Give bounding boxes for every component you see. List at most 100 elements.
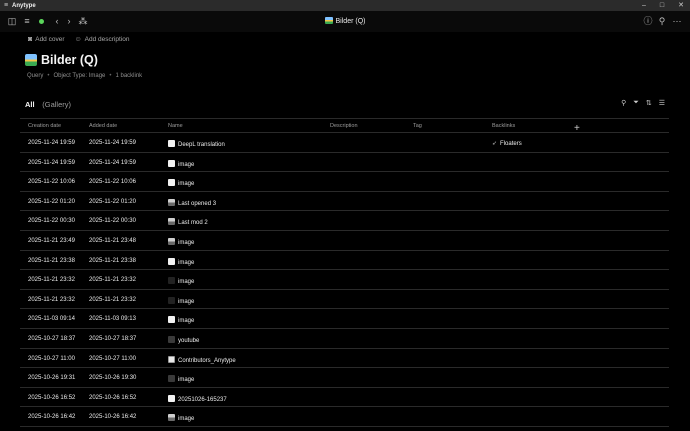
table-row[interactable]: 2025-10-27 11:00 2025-10-27 11:00 Contribu… xyxy=(20,349,669,369)
cell-name[interactable]: youtube xyxy=(168,335,200,344)
cell-added-date: 2025-11-21 23:38 xyxy=(89,257,136,264)
cell-name-label: Last mod 2 xyxy=(178,220,208,227)
cell-name-label: image xyxy=(178,318,195,325)
column-tag[interactable]: Tag xyxy=(413,123,422,129)
cell-creation-date: 2025-10-26 16:52 xyxy=(28,394,76,401)
cell-name[interactable]: image xyxy=(168,277,194,285)
object-meta: Query • Object Type: Image • 1 backlink xyxy=(27,73,143,79)
os-title-bar: ≡ Anytype – □ ✕ xyxy=(0,0,690,11)
column-name[interactable]: Name xyxy=(168,123,183,129)
cell-creation-date: 2025-11-22 01:20 xyxy=(28,198,75,205)
cell-added-date: 2025-11-24 19:59 xyxy=(89,159,136,166)
file-thumbnail-icon xyxy=(168,375,175,383)
column-backlinks[interactable]: Backlinks xyxy=(492,123,515,129)
table-row[interactable]: 2025-11-03 09:14 2025-11-03 09:13 image xyxy=(20,309,669,329)
meta-backlinks[interactable]: 1 backlink xyxy=(115,73,142,79)
table-row[interactable]: 2025-11-22 01:20 2025-11-22 01:20 Last ope… xyxy=(20,192,669,212)
cell-name[interactable]: DeepL translation xyxy=(168,140,225,148)
file-thumbnail-icon xyxy=(168,414,175,422)
cell-name-label: Contributors_Anytype xyxy=(178,357,236,364)
cell-name[interactable]: image xyxy=(168,296,194,305)
cell-name[interactable]: image xyxy=(168,179,194,187)
meta-object-type[interactable]: Object Type: Image xyxy=(53,73,105,79)
more-options-icon[interactable]: ⋯ xyxy=(672,16,682,26)
cell-added-date: 2025-10-27 18:37 xyxy=(89,335,137,342)
file-thumbnail-icon xyxy=(168,277,175,285)
description-icon: ☺ xyxy=(74,36,82,43)
cell-backlink[interactable]: ➶ Floaters xyxy=(492,140,522,147)
cell-name-label: youtube xyxy=(178,337,200,344)
table-header: Creation date Added date Name Descriptio… xyxy=(20,118,669,134)
cell-name[interactable]: image xyxy=(168,316,194,324)
cell-creation-date: 2025-11-21 23:49 xyxy=(28,237,75,244)
tab-gallery[interactable]: (Gallery) xyxy=(42,100,71,109)
table-row[interactable]: 2025-11-24 19:59 2025-11-24 19:59 image xyxy=(20,153,669,173)
objects-table: Creation date Added date Name Descriptio… xyxy=(20,118,669,427)
image-emoji-icon[interactable] xyxy=(25,54,37,66)
column-creation-date[interactable]: Creation date xyxy=(28,123,61,129)
view-header: All (Gallery) ⚲ ⏷ ⇅ ☰ xyxy=(25,99,665,110)
sort-icon[interactable]: ⇅ xyxy=(646,99,652,107)
cell-added-date: 2025-11-24 19:59 xyxy=(89,140,136,146)
cell-name[interactable]: 20251026-165237 xyxy=(168,394,227,403)
cell-name-label: Last opened 3 xyxy=(178,200,217,207)
cell-added-date: 2025-11-21 23:32 xyxy=(89,296,136,303)
file-thumbnail-icon xyxy=(168,198,175,206)
cell-added-date: 2025-10-26 16:42 xyxy=(89,414,137,421)
cell-name[interactable]: image xyxy=(168,414,194,422)
table-row[interactable]: 2025-10-26 16:42 2025-10-26 16:42 image xyxy=(20,407,669,427)
cell-name[interactable]: image xyxy=(168,375,194,383)
pin-icon[interactable]: ⚲ xyxy=(657,16,667,26)
table-row[interactable]: 2025-11-21 23:32 2025-11-21 23:32 image xyxy=(20,290,669,310)
cell-added-date: 2025-11-22 10:06 xyxy=(89,179,136,186)
close-icon[interactable]: ✕ xyxy=(678,0,684,11)
cell-name-label: image xyxy=(178,161,195,168)
cell-creation-date: 2025-11-22 00:30 xyxy=(28,218,75,225)
image-emoji-icon xyxy=(324,17,333,24)
table-row[interactable]: 2025-11-21 23:32 2025-11-21 23:32 image xyxy=(20,270,669,290)
table-row[interactable]: 2025-11-22 00:30 2025-11-22 00:30 Last mod… xyxy=(20,211,669,231)
tab-all[interactable]: All xyxy=(25,100,35,109)
add-description-button[interactable]: ☺ Add description xyxy=(75,36,130,43)
table-row[interactable]: 2025-11-21 23:38 2025-11-21 23:38 image xyxy=(20,251,669,271)
cell-name-label: image xyxy=(178,279,195,286)
cell-name[interactable]: Last opened 3 xyxy=(168,198,217,207)
cell-name-label: DeepL translation xyxy=(178,142,225,148)
cell-creation-date: 2025-11-24 19:59 xyxy=(28,140,75,146)
cell-creation-date: 2025-11-21 23:32 xyxy=(28,277,75,284)
search-icon[interactable]: ⚲ xyxy=(621,99,626,107)
cell-creation-date: 2025-10-27 11:00 xyxy=(28,355,75,362)
column-description[interactable]: Description xyxy=(330,123,358,129)
hamburger-menu-icon[interactable]: ≡ xyxy=(0,0,12,11)
settings-icon[interactable]: ☰ xyxy=(659,99,665,107)
column-added-date[interactable]: Added date xyxy=(89,123,117,129)
window-title: Anytype xyxy=(12,2,36,9)
cell-name[interactable]: image xyxy=(168,159,195,168)
toolbar-title[interactable]: Bilder (Q) xyxy=(0,17,690,25)
table-row[interactable]: 2025-10-26 19:31 2025-10-26 19:30 image xyxy=(20,368,669,388)
cell-creation-date: 2025-10-26 16:42 xyxy=(28,414,76,421)
cell-name[interactable]: Contributors_Anytype xyxy=(168,355,236,364)
file-thumbnail-icon xyxy=(168,335,175,343)
add-cover-button[interactable]: ◙ Add cover xyxy=(28,36,65,43)
table-row[interactable]: 2025-11-21 23:49 2025-11-21 23:48 image xyxy=(20,231,669,251)
table-row[interactable]: 2025-11-22 10:06 2025-11-22 10:06 image xyxy=(20,172,669,192)
cell-name[interactable]: image xyxy=(168,237,194,246)
app-toolbar: ◫ ≡ ‹ › ⁂ Bilder (Q) ⓘ ⚲ ⋯ xyxy=(0,11,690,32)
table-row[interactable]: 2025-11-24 19:59 2025-11-24 19:59 DeepL tr… xyxy=(20,133,669,153)
page-title[interactable]: Bilder (Q) xyxy=(25,53,98,67)
cell-name[interactable]: image xyxy=(168,257,194,266)
cell-name-label: 20251026-165237 xyxy=(178,396,227,403)
table-row[interactable]: 2025-10-26 16:52 2025-10-26 16:52 20251026… xyxy=(20,388,669,408)
cell-name[interactable]: Last mod 2 xyxy=(168,218,208,226)
view-tools: ⚲ ⏷ ⇅ ☰ xyxy=(621,99,665,107)
cell-creation-date: 2025-11-03 09:14 xyxy=(28,316,75,323)
maximize-icon[interactable]: □ xyxy=(660,0,664,11)
link-icon: ➶ xyxy=(492,141,498,147)
meta-type[interactable]: Query xyxy=(27,73,43,79)
cell-added-date: 2025-10-27 11:00 xyxy=(89,355,136,362)
minimize-icon[interactable]: – xyxy=(642,0,646,11)
filter-icon[interactable]: ⏷ xyxy=(633,99,639,107)
table-row[interactable]: 2025-10-27 18:37 2025-10-27 18:37 youtube xyxy=(20,329,669,349)
info-icon[interactable]: ⓘ xyxy=(643,16,653,26)
